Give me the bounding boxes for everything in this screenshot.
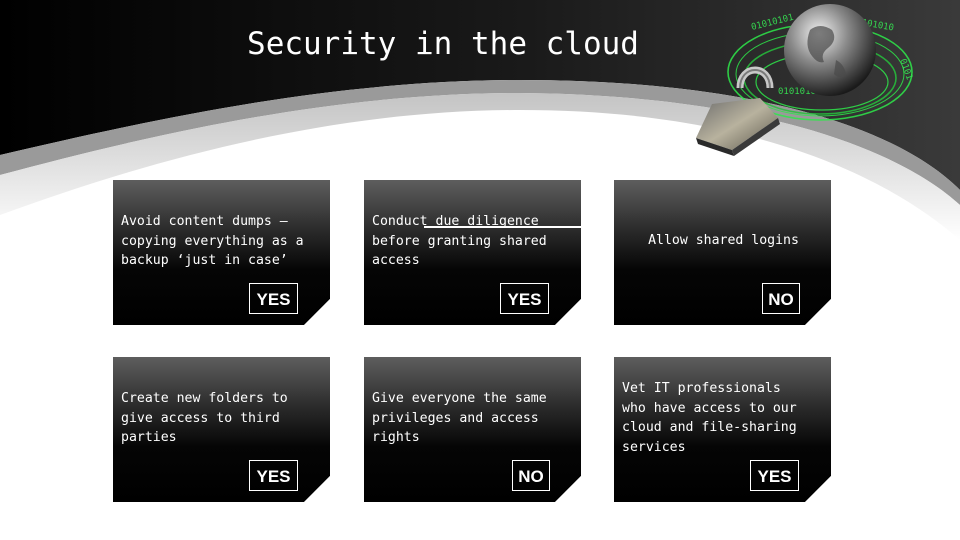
card-text: Vet IT professionals who have access to … bbox=[622, 381, 797, 455]
svg-text:01010101: 01010101 bbox=[750, 13, 794, 33]
card-give-everyone-same-privileges: Give everyone the same privileges and ac… bbox=[364, 357, 581, 502]
answer-badge-yes[interactable]: YES bbox=[500, 283, 549, 314]
slide: Security in the cloud 01010101 0101010 0 bbox=[0, 0, 960, 540]
globe-icon bbox=[784, 4, 876, 96]
underline-divider bbox=[424, 226, 581, 228]
card-avoid-content-dumps: Avoid content dumps – copying everything… bbox=[113, 180, 330, 325]
card-text: Give everyone the same privileges and ac… bbox=[372, 391, 547, 445]
card-vet-it-professionals: Vet IT professionals who have access to … bbox=[614, 357, 831, 502]
card-text: Create new folders to give access to thi… bbox=[121, 391, 288, 445]
answer-badge-yes[interactable]: YES bbox=[249, 460, 298, 491]
card-create-new-folders: Create new folders to give access to thi… bbox=[113, 357, 330, 502]
padlock-icon bbox=[696, 66, 780, 156]
card-text: Conduct due diligence before granting sh… bbox=[372, 214, 547, 268]
padlock-and-globe-icon: 01010101 0101010 0101010101 0101 bbox=[696, 4, 914, 156]
answer-badge-yes[interactable]: YES bbox=[249, 283, 298, 314]
card-text: Avoid content dumps – copying everything… bbox=[121, 214, 304, 268]
answer-badge-yes[interactable]: YES bbox=[750, 460, 799, 491]
card-text: Allow shared logins bbox=[648, 233, 799, 248]
answer-badge-no[interactable]: NO bbox=[762, 283, 800, 314]
answer-badge-no[interactable]: NO bbox=[512, 460, 550, 491]
card-conduct-due-diligence: Conduct due diligence before granting sh… bbox=[364, 180, 581, 325]
svg-text:0101: 0101 bbox=[897, 58, 914, 82]
card-allow-shared-logins: Allow shared logins NO bbox=[614, 180, 831, 325]
